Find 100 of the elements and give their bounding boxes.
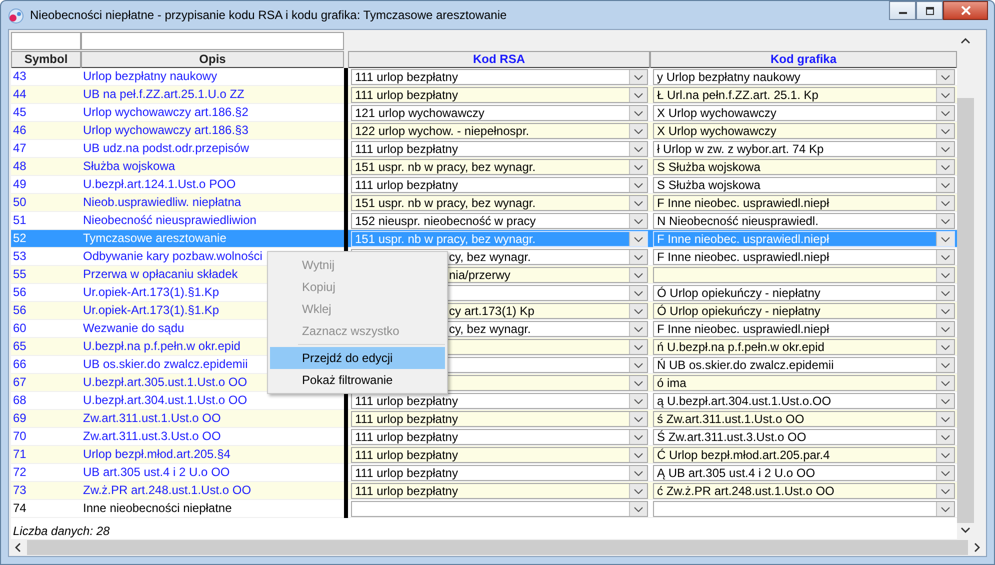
description-text: Ur.opiek-Art.173(1).§1.Kp (83, 284, 220, 301)
rsa-code-dropdown[interactable]: 111 urlop bezpłatny (351, 141, 648, 157)
chevron-down-icon (634, 308, 643, 314)
schedule-code-dropdown[interactable]: ś Zw.art.311.ust.1.Ust.o OO (653, 411, 955, 427)
schedule-code-dropdown[interactable]: X Urlop wychowawczy (653, 123, 955, 139)
schedule-code-dropdown[interactable]: ł Urlop w zw. z wybor.art. 74 Kp (653, 141, 955, 157)
chevron-down-icon (634, 92, 643, 98)
schedule-code-dropdown[interactable]: X Urlop wychowawczy (653, 105, 955, 121)
schedule-code-dropdown[interactable]: Ć Urlop bezpł.młod.art.205.par.4 (653, 447, 955, 463)
schedule-code-dropdown[interactable] (653, 501, 955, 517)
rsa-code-dropdown[interactable]: 111 urlop bezpłatny (351, 429, 648, 445)
schedule-code-dropdown[interactable]: F Inne nieobec. usprawiedl.niepł (653, 249, 955, 265)
description-text: Nieob.usprawiedliw. niepłatna (83, 194, 242, 211)
schedule-code-dropdown[interactable]: ą U.bezpł.art.304.ust.1.Ust.o.OO (653, 393, 955, 409)
schedule-code-dropdown[interactable]: S Służba wojskowa (653, 177, 955, 193)
table-row[interactable]: 70 Zw.art.311.ust.3.Ust.o OO 111 urlop bezpłatny Ś Zw.art.311.ust.3.Ust.o OO (11, 428, 957, 446)
description-text: Urlop wychowawczy art.186.§3 (83, 122, 248, 139)
schedule-code-dropdown[interactable]: y Urlop bezpłatny naukowy (653, 69, 955, 85)
table-row[interactable]: 44 UB na peł.f.ZZ.art.25.1.U.o ZZ 111 urlop bezpłatny Ł Url.na pełn.f.ZZ.art. 25.1. Kp (11, 86, 957, 104)
table-row[interactable]: 73 Zw.ż.PR art.248.ust.1.Ust.o OO 111 urlop bezpłatny ć Zw.ż.PR art.248.ust.1.Ust.o OO (11, 482, 957, 500)
rsa-code-dropdown[interactable]: 111 urlop bezpłatny (351, 465, 648, 481)
scroll-up-icon (961, 38, 970, 44)
table-row[interactable]: 72 UB art.305 ust.4 i 2 U.o OO 111 urlop bezpłatny Ą UB art.305 ust.4 i 2 U.o OO (11, 464, 957, 482)
table-row[interactable]: 50 Nieob.usprawiedliw. niepłatna 151 uspr. nb w pracy, bez wynagr. F Inne nieobec. usprawiedl.niepł (11, 194, 957, 212)
symbol-text: 47 (13, 140, 26, 157)
table-row[interactable]: 45 Urlop wychowawczy art.186.§2 121 urlop wychowawczy X Urlop wychowawczy (11, 104, 957, 122)
table-row[interactable]: 68 U.bezpł.art.304.ust.1.Ust.o OO 111 urlop bezpłatny ą U.bezpł.art.304.ust.1.Ust.o.OO (11, 392, 957, 410)
chevron-down-icon (634, 182, 643, 188)
chevron-down-icon (941, 182, 950, 188)
scrollbar-thumb[interactable] (957, 98, 974, 523)
rsa-code-dropdown[interactable]: 151 uspr. nb w pracy, bez wynagr. (351, 195, 648, 211)
column-header[interactable]: Symbol (11, 51, 81, 69)
chevron-down-icon (941, 236, 950, 242)
rsa-code-dropdown[interactable]: 121 urlop wychowawczy (351, 105, 648, 121)
schedule-code-dropdown[interactable]: Ą UB art.305 ust.4 i 2 U.o OO (653, 465, 955, 481)
table-row[interactable]: 74 Inne nieobecności niepłatne (11, 500, 957, 518)
maximize-button[interactable] (916, 1, 943, 20)
table-row[interactable]: 46 Urlop wychowawczy art.186.§3 122 urlop wychow. - niepełnospr. X Urlop wychowawczy (11, 122, 957, 140)
symbol-text: 43 (13, 68, 26, 85)
symbol-text: 67 (13, 374, 26, 391)
rsa-code-dropdown[interactable]: 111 urlop bezpłatny (351, 177, 648, 193)
symbol-text: 71 (13, 446, 26, 463)
schedule-code-dropdown[interactable]: ń U.bezpł.na p.f.pełn.w okr.epid (653, 339, 955, 355)
table-row[interactable]: 69 Zw.art.311.ust.1.Ust.o OO 111 urlop bezpłatny ś Zw.art.311.ust.1.Ust.o OO (11, 410, 957, 428)
app-icon (8, 8, 24, 24)
schedule-code-dropdown[interactable]: ć Zw.ż.PR art.248.ust.1.Ust.o OO (653, 483, 955, 499)
symbol-text: 52 (13, 230, 26, 247)
chevron-down-icon (941, 254, 950, 260)
description-text: Nieobecność nieusprawiedliwion (83, 212, 256, 229)
schedule-code-dropdown[interactable]: F Inne nieobec. usprawiedl.niepł (653, 321, 955, 337)
chevron-down-icon (941, 146, 950, 152)
schedule-code-dropdown[interactable] (653, 267, 955, 283)
table-row[interactable]: 47 UB udz.na podst.odr.przepisów 111 urlop bezpłatny ł Urlop w zw. z wybor.art. 74 Kp (11, 140, 957, 158)
chevron-down-icon (941, 272, 950, 278)
symbol-text: 69 (13, 410, 26, 427)
symbol-text: 66 (13, 356, 26, 373)
description-text: Urlop bezpłatny naukowy (83, 68, 218, 85)
rsa-code-dropdown[interactable]: 111 urlop bezpłatny (351, 87, 648, 103)
rsa-code-dropdown[interactable]: 152 nieuspr. nieobecność w pracy (351, 213, 648, 229)
symbol-filter-field[interactable] (11, 32, 81, 50)
rsa-code-dropdown[interactable]: 151 uspr. nb w pracy, bez wynagr. (351, 159, 648, 175)
schedule-code-dropdown[interactable]: S Służba wojskowa (653, 159, 955, 175)
schedule-code-dropdown[interactable]: ó ima (653, 375, 955, 391)
table-row[interactable]: 49 U.bezpł.art.124.1.Ust.o POO 111 urlop bezpłatny S Służba wojskowa (11, 176, 957, 194)
schedule-code-dropdown[interactable]: Ó Urlop opiekuńczy - niepłatny (653, 303, 955, 319)
rsa-code-dropdown[interactable]: 111 urlop bezpłatny (351, 393, 648, 409)
schedule-code-dropdown[interactable]: N Nieobecność nieusprawiedl. (653, 213, 955, 229)
symbol-text: 44 (13, 86, 26, 103)
minimize-button[interactable] (889, 1, 916, 20)
menu-item[interactable]: Przejdź do edycji (270, 347, 445, 369)
table-row[interactable]: 71 Urlop bezpł.młod.art.205.§4 111 urlop bezpłatny Ć Urlop bezpł.młod.art.205.par.4 (11, 446, 957, 464)
rsa-code-dropdown[interactable]: 111 urlop bezpłatny (351, 411, 648, 427)
chevron-down-icon (941, 290, 950, 296)
column-header[interactable]: Kod grafika (650, 51, 957, 69)
symbol-text: 45 (13, 104, 26, 121)
close-button[interactable] (943, 1, 988, 20)
description-text: Urlop bezpł.młod.art.205.§4 (83, 446, 230, 463)
table-row[interactable]: 43 Urlop bezpłatny naukowy 111 urlop bezpłatny y Urlop bezpłatny naukowy (11, 68, 957, 86)
schedule-code-dropdown[interactable]: Ł Url.na pełn.f.ZZ.art. 25.1. Kp (653, 87, 955, 103)
table-row[interactable]: 51 Nieobecność nieusprawiedliwion 152 nieuspr. nieobecność w pracy N Nieobecność nieusprawiedl. (11, 212, 957, 230)
chevron-down-icon (634, 290, 643, 296)
chevron-down-icon (941, 470, 950, 476)
schedule-code-dropdown[interactable]: Ś Zw.art.311.ust.3.Ust.o OO (653, 429, 955, 445)
chevron-down-icon (941, 434, 950, 440)
description-filter-field[interactable] (81, 32, 344, 50)
description-text: Zw.art.311.ust.3.Ust.o OO (83, 428, 221, 445)
chevron-down-icon (941, 416, 950, 422)
column-header[interactable]: Kod RSA (348, 51, 650, 69)
schedule-code-dropdown[interactable]: Ó Urlop opiekuńczy - niepłatny (653, 285, 955, 301)
rsa-code-dropdown[interactable]: 111 urlop bezpłatny (351, 483, 648, 499)
description-text: UB na peł.f.ZZ.art.25.1.U.o ZZ (83, 86, 244, 103)
rsa-code-dropdown[interactable]: 111 urlop bezpłatny (351, 69, 648, 85)
chevron-down-icon (634, 110, 643, 116)
rsa-code-dropdown[interactable]: 111 urlop bezpłatny (351, 447, 648, 463)
symbol-text: 53 (13, 248, 26, 265)
column-header[interactable]: Opis (81, 51, 344, 69)
schedule-code-dropdown[interactable]: F Inne nieobec. usprawiedl.niepł (653, 195, 955, 211)
rsa-code-dropdown[interactable]: 122 urlop wychow. - niepełnospr. (351, 123, 648, 139)
schedule-code-dropdown[interactable]: Ń UB os.skier.do zwalcz.epidemii (653, 357, 955, 373)
table-row[interactable]: 48 Służba wojskowa 151 uspr. nb w pracy, bez wynagr. S Służba wojskowa (11, 158, 957, 176)
